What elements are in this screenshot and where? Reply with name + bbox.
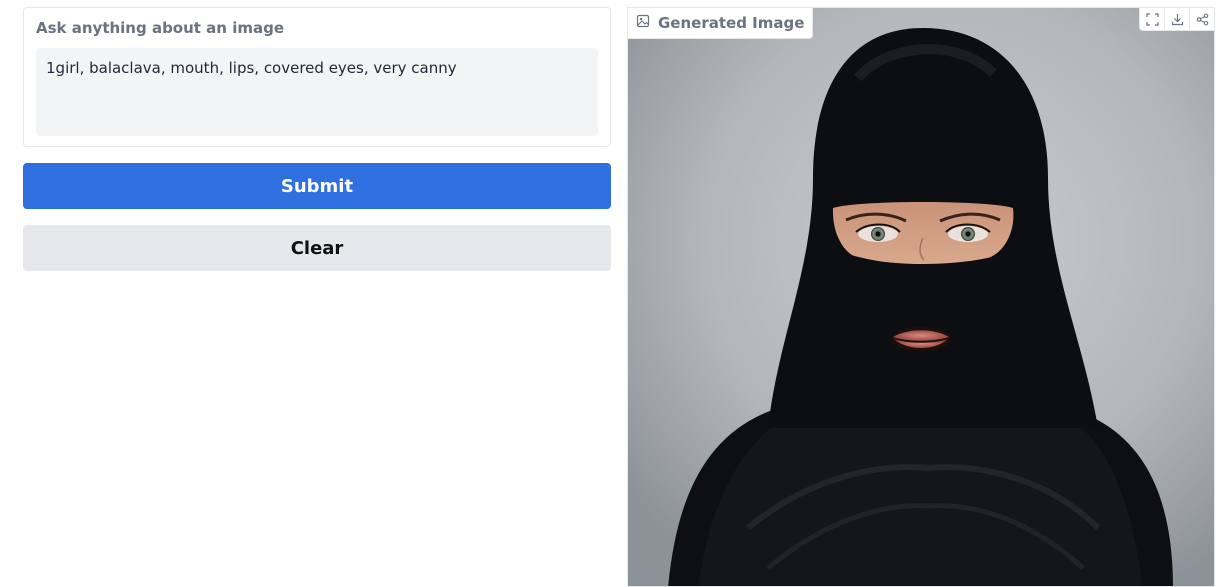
generated-image-label: Generated Image (658, 14, 805, 32)
download-icon[interactable] (1164, 8, 1189, 30)
fullscreen-icon[interactable] (1140, 8, 1164, 30)
prompt-textarea[interactable]: 1girl, balaclava, mouth, lips, covered e… (36, 48, 598, 136)
clear-button[interactable]: Clear (23, 225, 611, 271)
image-icon (636, 14, 650, 32)
image-toolbar (1139, 8, 1214, 31)
prompt-panel: Ask anything about an image 1girl, balac… (23, 7, 611, 147)
generated-image-label-tab: Generated Image (628, 8, 814, 39)
generated-image (628, 8, 1214, 586)
prompt-label: Ask anything about an image (36, 19, 285, 37)
input-column: Ask anything about an image 1girl, balac… (23, 7, 611, 271)
submit-button[interactable]: Submit (23, 163, 611, 209)
generated-image-panel: Generated Image (627, 7, 1215, 587)
share-icon[interactable] (1189, 8, 1214, 30)
